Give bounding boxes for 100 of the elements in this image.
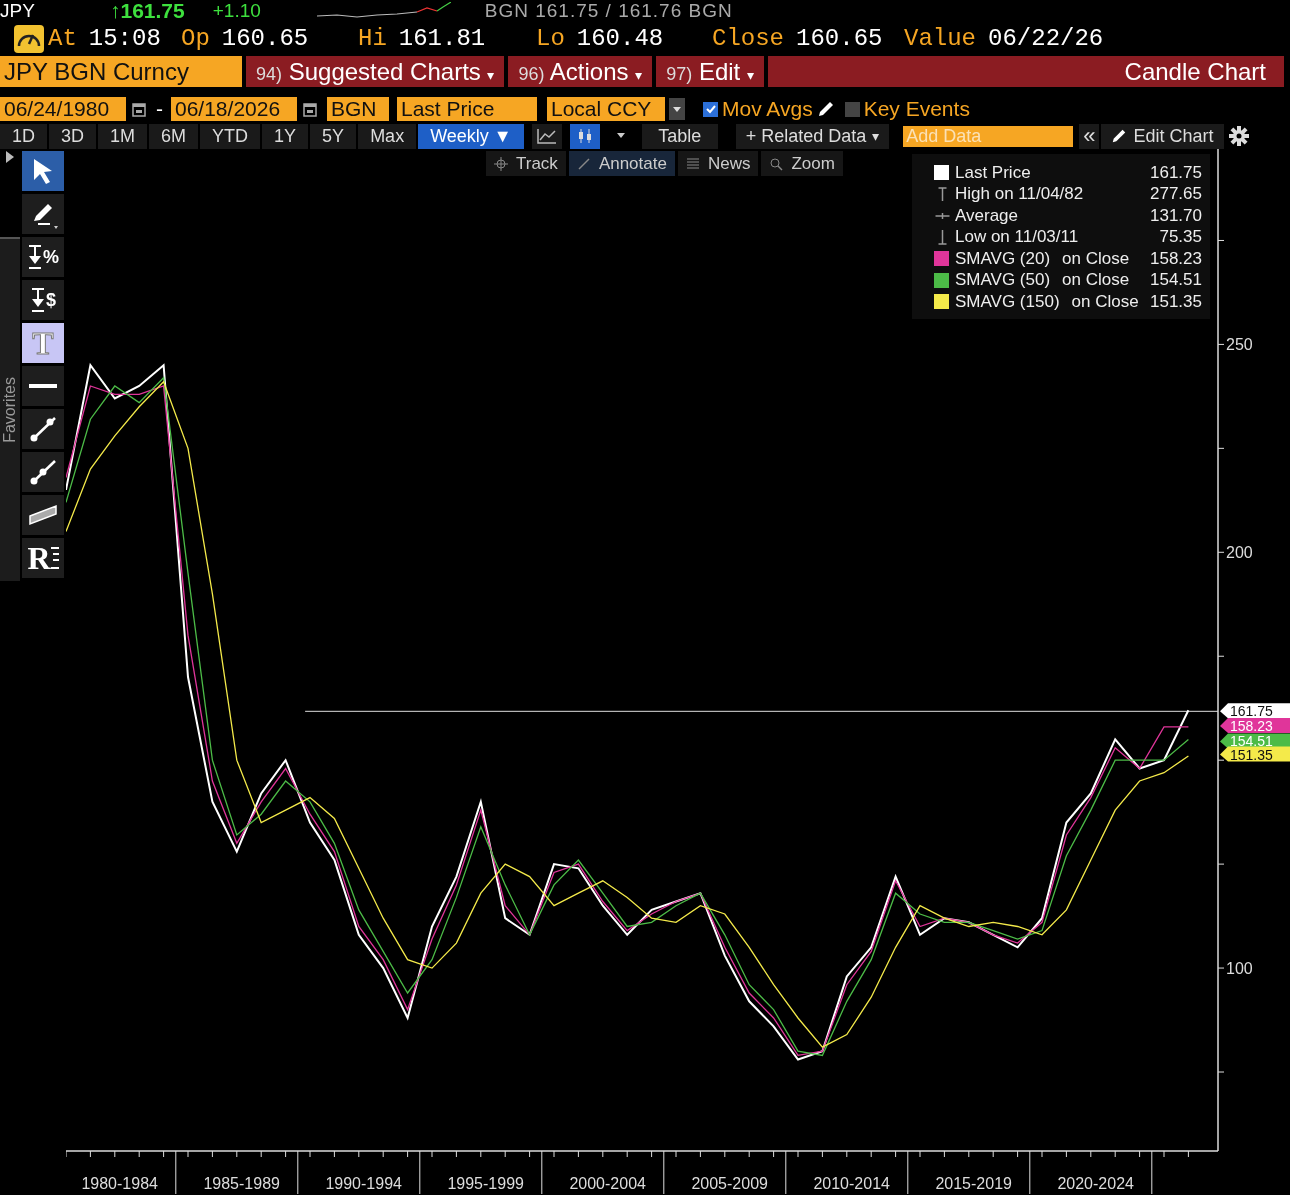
- legend-note: on Close: [1062, 248, 1130, 269]
- legend-label: High on 11/04/82: [955, 184, 1084, 205]
- stat-value: 160.65: [221, 25, 309, 52]
- chart-tool-button[interactable]: Annotate: [568, 151, 675, 176]
- currency-dropdown[interactable]: Local CCY: [547, 97, 665, 121]
- dropdown-caret-icon[interactable]: [669, 98, 685, 120]
- stat-label: Hi: [358, 25, 387, 52]
- legend-value: 158.23: [1150, 248, 1202, 269]
- stat-value: 160.48: [576, 25, 664, 52]
- line-segment-icon: [28, 457, 58, 487]
- pencil-icon[interactable]: [816, 100, 835, 118]
- x-tick-label: 1990-1994: [325, 1175, 402, 1192]
- source-field[interactable]: BGN: [327, 97, 389, 121]
- line-chart-icon: [536, 128, 557, 144]
- stat-value: 160.65: [796, 25, 883, 52]
- dropdown-caret-icon[interactable]: [615, 132, 626, 140]
- dollar-tool-button[interactable]: $: [22, 280, 64, 320]
- legend-label: Low on 11/03/11: [955, 227, 1079, 248]
- collapse-button[interactable]: «: [1079, 123, 1100, 149]
- period-tab[interactable]: 3D: [49, 123, 97, 149]
- percent-tool-button[interactable]: %: [22, 237, 64, 277]
- legend-value: 151.35: [1150, 291, 1202, 312]
- period-tab[interactable]: Weekly ▼: [418, 123, 524, 149]
- field-selector[interactable]: Last Price: [397, 97, 537, 121]
- menu-button[interactable]: 96) Actions ▾: [508, 56, 653, 87]
- period-tab[interactable]: 6M: [149, 123, 199, 149]
- settings-icon[interactable]: [1227, 125, 1250, 147]
- add-data-field[interactable]: Add Data: [903, 125, 1074, 147]
- candle-chart-button[interactable]: [569, 123, 600, 149]
- toggle-label[interactable]: Mov Avgs: [722, 97, 813, 121]
- menu-button[interactable]: 94) Suggested Charts ▾: [246, 56, 505, 87]
- toggle-label[interactable]: Key Events: [863, 97, 970, 121]
- last-price: ↑161.75: [110, 0, 185, 23]
- legend-note: on Close: [1071, 291, 1139, 312]
- list-lines-icon: [50, 545, 59, 571]
- security-field[interactable]: JPY BGN Curncy: [0, 56, 242, 87]
- chart-tool-button[interactable]: News: [677, 151, 759, 176]
- measure-down-icon: [30, 286, 46, 314]
- legend-value: 277.65: [1150, 184, 1202, 205]
- legend-value: 131.70: [1150, 205, 1202, 226]
- ray-tool-button[interactable]: [22, 452, 64, 492]
- favorites-tab[interactable]: Favorites: [0, 237, 20, 581]
- period-tab[interactable]: 1M: [98, 123, 148, 149]
- period-tab[interactable]: 1D: [0, 123, 47, 149]
- pencil-icon: [1111, 128, 1128, 144]
- stat-value: 06/22/26: [988, 25, 1104, 52]
- legend-label: SMAVG (20): [955, 248, 1051, 269]
- chart-title: Candle Chart: [767, 56, 1284, 87]
- crosshair-icon: [494, 156, 508, 171]
- legend-label: SMAVG (150): [955, 291, 1060, 312]
- line-segment-icon: [28, 414, 58, 444]
- period-tab[interactable]: 1Y: [262, 123, 309, 149]
- stat-label: Lo: [536, 25, 565, 52]
- period-tab[interactable]: 5Y: [310, 123, 357, 149]
- period-tab[interactable]: YTD: [200, 123, 261, 149]
- calendar-icon[interactable]: [132, 101, 146, 117]
- stat-value: 15:08: [88, 25, 161, 52]
- calendar-icon[interactable]: [303, 101, 317, 117]
- period-tab[interactable]: Max: [358, 123, 417, 149]
- table-button[interactable]: Table: [641, 123, 718, 149]
- x-tick-label: 2015-2019: [935, 1175, 1012, 1192]
- legend-value: 75.35: [1159, 227, 1202, 248]
- checkbox[interactable]: [844, 101, 860, 117]
- legend-label: Last Price: [955, 162, 1031, 183]
- magnifier-icon: [769, 156, 784, 171]
- measure-down-icon: [27, 243, 43, 271]
- bid-ask: BGN 161.75 / 161.76 BGN: [484, 0, 733, 22]
- legend-value: 161.75: [1150, 162, 1202, 183]
- checkbox[interactable]: [703, 101, 718, 117]
- chart-tool-button[interactable]: Track: [486, 151, 566, 176]
- x-tick-label: 1985-1989: [203, 1175, 280, 1192]
- x-tick-label: 1995-1999: [447, 1175, 524, 1192]
- edit-chart-button[interactable]: Edit Chart: [1101, 123, 1224, 149]
- menu-button[interactable]: 97) Edit ▾: [656, 56, 764, 87]
- stat-label: Op: [181, 25, 210, 52]
- related-data-button[interactable]: + Related Data ▾: [735, 123, 890, 149]
- ticker: JPY: [0, 0, 36, 22]
- legend-label: Average: [955, 205, 1018, 226]
- x-tick-label: 2000-2004: [569, 1175, 646, 1192]
- price-change: +1.10: [212, 0, 262, 22]
- report-tool-button[interactable]: R: [22, 538, 64, 578]
- pen-tool-button[interactable]: [22, 194, 64, 234]
- trend-tool-button[interactable]: [22, 409, 64, 449]
- stat-label: At: [48, 25, 77, 52]
- y-tick-label: 200: [1226, 544, 1253, 562]
- hline-tool-button[interactable]: [22, 366, 64, 406]
- legend-label: SMAVG (50): [955, 270, 1051, 291]
- end-date-field[interactable]: 06/18/2026: [171, 97, 297, 121]
- chart-tool-button[interactable]: Zoom: [761, 151, 843, 176]
- gauge-icon: [14, 24, 44, 53]
- start-date-field[interactable]: 06/24/1980: [0, 97, 126, 121]
- list-lines-icon: [685, 156, 700, 171]
- expand-arrow-icon[interactable]: [6, 151, 14, 163]
- pointer-tool-button[interactable]: [22, 151, 64, 191]
- x-tick-label: 1980-1984: [81, 1175, 158, 1192]
- channel-tool-button[interactable]: [22, 495, 64, 535]
- line-chart-button[interactable]: [531, 123, 562, 149]
- x-tick-label: 2005-2009: [691, 1175, 768, 1192]
- x-tick-label: 2010-2014: [813, 1175, 890, 1192]
- x-tick-label: 2020-2024: [1057, 1175, 1134, 1192]
